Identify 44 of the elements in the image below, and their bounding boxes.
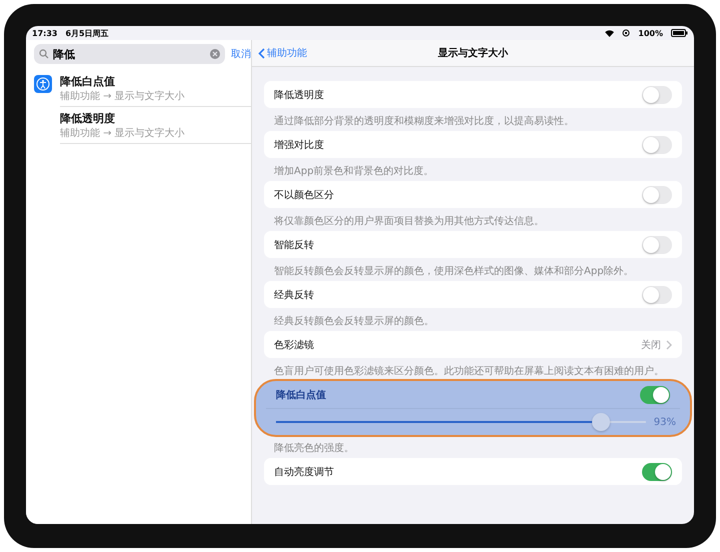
setting-description: 色盲用户可使用色彩滤镜来区分颜色。此功能还可帮助在屏幕上阅读文本有困难的用户。: [273, 364, 665, 379]
setting-label: 自动亮度调节: [274, 466, 335, 478]
setting-label: 经典反转: [274, 288, 315, 302]
slider-thumb[interactable]: [592, 413, 610, 431]
toggle-switch[interactable]: [642, 286, 672, 304]
back-button[interactable]: 辅助功能: [258, 46, 307, 60]
setting-label: 智能反转: [274, 238, 315, 252]
setting-description: 通过降低部分背景的透明度和模糊度来增强对比度，以提高易读性。: [273, 114, 575, 129]
setting-label: 降低透明度: [274, 88, 325, 102]
clear-icon[interactable]: [210, 49, 220, 59]
back-chevron-icon: [258, 48, 265, 58]
search-input[interactable]: 降低: [53, 48, 206, 60]
result-path: 辅助功能 → 显示与文字大小: [60, 126, 186, 140]
toggle-switch[interactable]: [642, 136, 672, 154]
setting-label: 降低白点值: [276, 388, 327, 402]
cancel-button[interactable]: 取消: [231, 47, 251, 61]
battery-percent: 100%: [638, 28, 663, 38]
setting-label: 增强对比度: [274, 138, 325, 152]
setting-label: 不以颜色区分: [274, 188, 335, 202]
toggle-switch[interactable]: [642, 86, 672, 104]
result-title[interactable]: 降低白点值: [60, 74, 251, 89]
battery-icon: [671, 29, 688, 37]
result-path: 辅助功能 → 显示与文字大小: [60, 90, 186, 103]
wifi-icon: [605, 30, 614, 36]
orientation-lock-icon: [622, 29, 630, 37]
result-title[interactable]: 降低透明度: [60, 111, 251, 126]
toggle-switch[interactable]: [642, 236, 672, 254]
status-time: 17:33: [32, 28, 58, 38]
status-date: 6月5日周五: [65, 28, 109, 38]
search-icon: [39, 49, 49, 59]
toggle-switch[interactable]: [642, 186, 672, 204]
setting-label: 色彩滤镜: [274, 338, 315, 352]
setting-value: 关闭: [640, 338, 661, 352]
toggle-switch[interactable]: [642, 462, 672, 480]
slider-reading: 93%: [654, 416, 676, 428]
page-title: 显示与文字大小: [438, 46, 508, 60]
setting-description: 智能反转颜色会反转显示屏的颜色，使用深色样式的图像、媒体和部分App除外。: [273, 264, 635, 279]
setting-description: 将仅靠颜色区分的用户界面项目替换为用其他方式传达信息。: [273, 214, 545, 229]
search-bar[interactable]: 降低: [34, 44, 225, 64]
setting-description: 增加App前景色和背景色的对比度。: [273, 164, 435, 179]
setting-description: 降低亮色的强度。: [273, 442, 355, 456]
toggle-switch[interactable]: [640, 386, 670, 404]
setting-description: 经典反转颜色会反转显示屏的颜色。: [273, 314, 435, 329]
chevron-icon: [666, 340, 672, 350]
